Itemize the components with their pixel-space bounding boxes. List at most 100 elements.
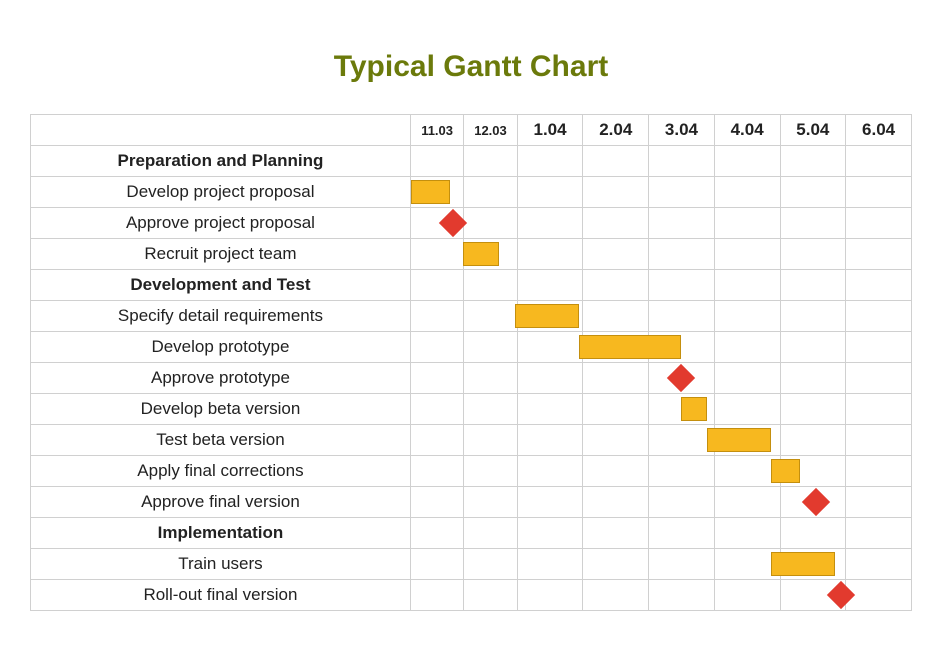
gantt-cell: [846, 301, 912, 332]
gantt-cell: [649, 549, 715, 580]
gantt-cell: [780, 332, 846, 363]
task-label: Approve prototype: [31, 363, 411, 394]
gantt-header-t2: 1.04: [517, 115, 583, 146]
gantt-cell: [780, 239, 846, 270]
gantt-cell: [464, 270, 517, 301]
gantt-cell: [464, 487, 517, 518]
gantt-cell: [464, 549, 517, 580]
gantt-cell: [583, 363, 649, 394]
gantt-cell: [410, 332, 463, 363]
gantt-cell: [410, 270, 463, 301]
table-row: Develop project proposal: [31, 177, 912, 208]
gantt-cell: [410, 456, 463, 487]
gantt-cell: [583, 456, 649, 487]
gantt-cell: [464, 394, 517, 425]
table-row: Test beta version: [31, 425, 912, 456]
gantt-cell: [649, 146, 715, 177]
gantt-cell: [410, 177, 463, 208]
gantt-cell: [714, 208, 780, 239]
gantt-cell: [583, 487, 649, 518]
gantt-cell: [649, 301, 715, 332]
gantt-cell: [846, 394, 912, 425]
gantt-cell: [714, 518, 780, 549]
gantt-cell: [649, 363, 715, 394]
gantt-header-t3: 2.04: [583, 115, 649, 146]
gantt-cell: [517, 239, 583, 270]
gantt-cell: [410, 518, 463, 549]
gantt-cell: [517, 177, 583, 208]
gantt-cell: [846, 270, 912, 301]
gantt-cell: [517, 456, 583, 487]
gantt-header-t1: 12.03: [464, 115, 517, 146]
gantt-cell: [464, 456, 517, 487]
gantt-cell: [649, 425, 715, 456]
gantt-cell: [780, 146, 846, 177]
gantt-cell: [464, 332, 517, 363]
gantt-cell: [583, 549, 649, 580]
gantt-cell: [780, 301, 846, 332]
gantt-cell: [714, 580, 780, 611]
task-label: Develop beta version: [31, 394, 411, 425]
gantt-milestone: [438, 209, 466, 237]
task-label: Approve final version: [31, 487, 411, 518]
gantt-cell: [846, 146, 912, 177]
gantt-cell: [583, 580, 649, 611]
task-label: Test beta version: [31, 425, 411, 456]
gantt-cell: [714, 363, 780, 394]
gantt-cell: [846, 456, 912, 487]
gantt-cell: [517, 208, 583, 239]
table-row: Approve project proposal: [31, 208, 912, 239]
gantt-cell: [714, 301, 780, 332]
gantt-cell: [780, 580, 846, 611]
gantt-cell: [714, 394, 780, 425]
gantt-header-t0: 11.03: [410, 115, 463, 146]
gantt-cell: [583, 239, 649, 270]
gantt-cell: [780, 177, 846, 208]
task-label: Develop project proposal: [31, 177, 411, 208]
gantt-cell: [517, 580, 583, 611]
chart-title: Typical Gantt Chart: [30, 50, 912, 84]
gantt-cell: [714, 456, 780, 487]
gantt-cell: [464, 146, 517, 177]
gantt-cell: [583, 177, 649, 208]
gantt-cell: [583, 208, 649, 239]
phase-label: Development and Test: [31, 270, 411, 301]
table-row: Apply final corrections: [31, 456, 912, 487]
gantt-thead: 11.0312.031.042.043.044.045.046.04: [31, 115, 912, 146]
gantt-cell: [649, 332, 715, 363]
gantt-cell: [780, 487, 846, 518]
table-row: Development and Test: [31, 270, 912, 301]
gantt-cell: [464, 239, 517, 270]
gantt-cell: [846, 580, 912, 611]
gantt-cell: [410, 208, 463, 239]
task-label: Approve project proposal: [31, 208, 411, 239]
gantt-cell: [583, 394, 649, 425]
table-row: Specify detail requirements: [31, 301, 912, 332]
gantt-cell: [649, 487, 715, 518]
gantt-cell: [583, 270, 649, 301]
gantt-cell: [410, 146, 463, 177]
gantt-header-t4: 3.04: [649, 115, 715, 146]
table-row: Develop prototype: [31, 332, 912, 363]
gantt-cell: [780, 270, 846, 301]
gantt-cell: [649, 518, 715, 549]
gantt-cell: [464, 177, 517, 208]
gantt-cell: [649, 394, 715, 425]
gantt-cell: [517, 332, 583, 363]
gantt-cell: [517, 146, 583, 177]
gantt-cell: [649, 177, 715, 208]
gantt-header-t6: 5.04: [780, 115, 846, 146]
gantt-cell: [583, 146, 649, 177]
phase-label: Preparation and Planning: [31, 146, 411, 177]
gantt-cell: [517, 425, 583, 456]
gantt-cell: [649, 239, 715, 270]
gantt-cell: [464, 363, 517, 394]
table-row: Develop beta version: [31, 394, 912, 425]
gantt-cell: [846, 239, 912, 270]
gantt-cell: [410, 580, 463, 611]
gantt-cell: [517, 270, 583, 301]
gantt-cell: [714, 425, 780, 456]
page-root: Typical Gantt Chart 11.0312.031.042.043.…: [0, 0, 942, 665]
gantt-cell: [846, 208, 912, 239]
task-label: Train users: [31, 549, 411, 580]
